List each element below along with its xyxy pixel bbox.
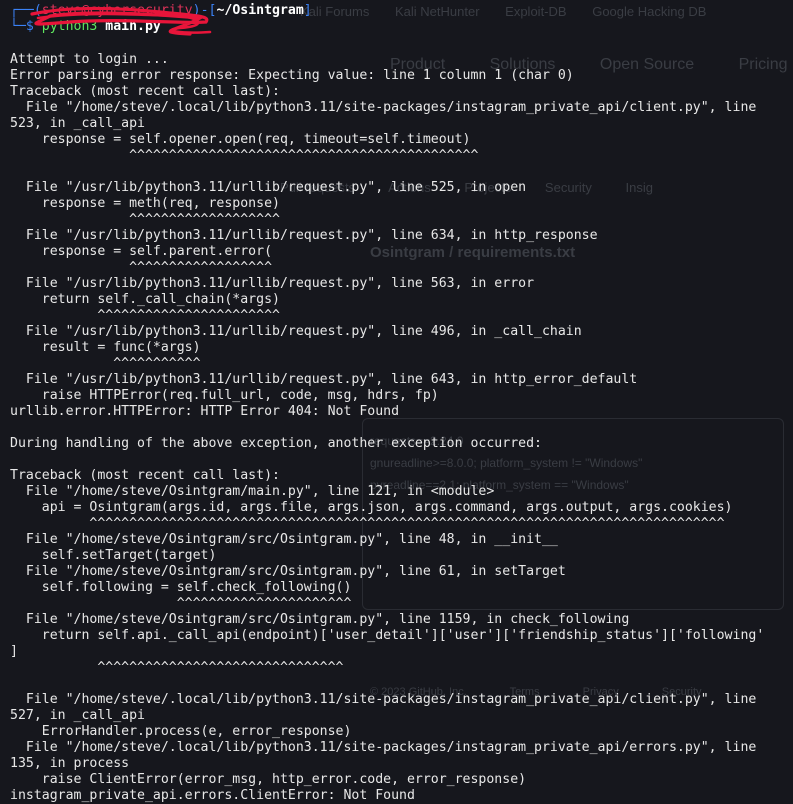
output-line: return self.api._call_api(endpoint)['use… <box>10 628 765 643</box>
output-line: 135, in process <box>10 756 130 771</box>
output-line: return self._call_chain(*args) <box>10 292 280 307</box>
output-line: File "/home/steve/Osintgram/src/Osintgra… <box>10 532 558 547</box>
output-line: raise ClientError(error_msg, http_error.… <box>10 772 527 787</box>
output-line: urllib.error.HTTPError: HTTP Error 404: … <box>10 404 400 419</box>
output-line: File "/usr/lib/python3.11/urllib/request… <box>10 228 598 243</box>
output-line: File "/home/steve/Osintgram/src/Osintgra… <box>10 612 630 627</box>
output-line: 523, in _call_api <box>10 116 145 131</box>
output-line: File "/usr/lib/python3.11/urllib/request… <box>10 180 527 195</box>
output-line: instagram_private_api.errors.ClientError… <box>10 788 415 803</box>
output-line: raise HTTPError(req.full_url, code, msg,… <box>10 388 439 403</box>
output-line: self.setTarget(target) <box>10 548 217 563</box>
output-line: File "/home/steve/.local/lib/python3.11/… <box>10 692 757 707</box>
output-line: ^^^^^^^^^^^ <box>10 356 201 371</box>
output-line: File "/home/steve/.local/lib/python3.11/… <box>10 740 757 755</box>
output-line: ^^^^^^^^^^^^^^^^^^ <box>10 260 273 275</box>
output-line: result = func(*args) <box>10 340 201 355</box>
output-line: ErrorHandler.process(e, error_response) <box>10 724 352 739</box>
output-line: response = self.opener.open(req, timeout… <box>10 132 471 147</box>
prompt-cwd: ~/Osintgram <box>216 3 304 18</box>
output-line: File "/usr/lib/python3.11/urllib/request… <box>10 276 535 291</box>
output-line: 527, in _call_api <box>10 708 145 723</box>
output-line: api = Osintgram(args.id, args.file, args… <box>10 500 733 515</box>
terminal-output: Attempt to login ... Error parsing error … <box>10 52 789 804</box>
output-line: Traceback (most recent call last): <box>10 468 280 483</box>
output-line: File "/home/steve/Osintgram/src/Osintgra… <box>10 564 566 579</box>
output-line: ^^^^^^^^^^^^^^^^^^^^^^^^^^^^^^^ <box>10 660 344 675</box>
output-line: File "/home/steve/.local/lib/python3.11/… <box>10 100 757 115</box>
output-line: ^^^^^^^^^^^^^^^^^^^^^^^^^^^^^^^^^^^^^^^^… <box>10 148 479 163</box>
output-line: During handling of the above exception, … <box>10 436 542 451</box>
output-line: ^^^^^^^^^^^^^^^^^^^^^^ <box>10 596 352 611</box>
output-line: response = self.parent.error( <box>10 244 273 259</box>
output-line: response = meth(req, response) <box>10 196 280 211</box>
output-line: File "/home/steve/Osintgram/main.py", li… <box>10 484 495 499</box>
output-line: self.following = self.check_following() <box>10 580 352 595</box>
output-line: ^^^^^^^^^^^^^^^^^^^^^^^^^^^^^^^^^^^^^^^^… <box>10 516 725 531</box>
terminal-window[interactable]: ┌──(steve@cybersecurity)-[~/Osintgram] └… <box>0 0 793 803</box>
output-line: Attempt to login ... <box>10 52 169 67</box>
output-line: ] <box>10 644 18 659</box>
output-line: ^^^^^^^^^^^^^^^^^^^ <box>10 212 280 227</box>
output-line: ^^^^^^^^^^^^^^^^^^^^^^^ <box>10 308 280 323</box>
output-line: File "/usr/lib/python3.11/urllib/request… <box>10 324 582 339</box>
redaction-scribble <box>30 6 212 36</box>
output-line: Error parsing error response: Expecting … <box>10 68 574 83</box>
output-line: Traceback (most recent call last): <box>10 84 280 99</box>
output-line: File "/usr/lib/python3.11/urllib/request… <box>10 372 638 387</box>
